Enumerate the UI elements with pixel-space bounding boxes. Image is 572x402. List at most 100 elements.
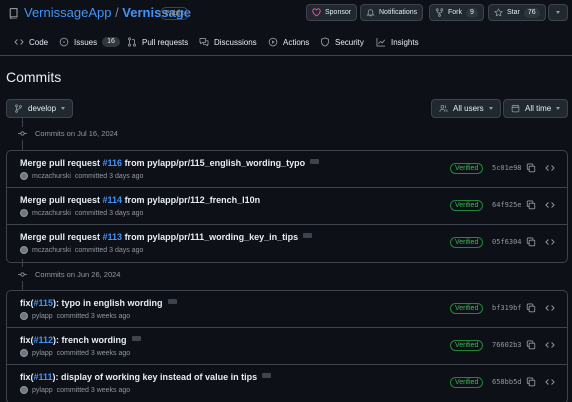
commit-message[interactable]: fix(#115): typo in english wording	[20, 297, 177, 309]
copy-icon[interactable]	[526, 303, 536, 313]
avatar[interactable]	[20, 312, 28, 320]
issues-count: 16	[102, 37, 120, 47]
fork-button[interactable]: Fork 9	[429, 4, 484, 21]
commit-group-date: Commits on Jul 16, 2024	[35, 128, 118, 138]
people-icon	[439, 105, 448, 112]
commit-message[interactable]: fix(#112): french wording	[20, 334, 141, 346]
commit-sha[interactable]: 5c01e98	[492, 164, 522, 172]
expand-message-button[interactable]	[310, 159, 320, 165]
avatar[interactable]	[20, 209, 28, 217]
avatar[interactable]	[20, 386, 28, 394]
commit-message[interactable]: Merge pull request #116 from pylapp/pr/1…	[20, 157, 320, 169]
verified-badge[interactable]: Verified	[450, 303, 484, 314]
commit-message-prefix: Merge pull request	[20, 195, 103, 205]
tab-issues[interactable]: Issues 16	[59, 28, 120, 56]
commit-icon	[18, 271, 27, 277]
browse-code-icon[interactable]	[545, 377, 555, 387]
star-icon	[494, 8, 503, 17]
sponsor-label: Sponsor	[325, 9, 352, 16]
tab-pull-requests[interactable]: Pull requests	[127, 28, 188, 56]
star-label: Star	[507, 9, 520, 16]
commit-time: committed 3 weeks ago	[56, 349, 131, 357]
commit-list: fix(#115): typo in english wording pylap…	[6, 290, 568, 402]
commit-sha[interactable]: 64f925e	[492, 201, 522, 209]
tab-actions[interactable]: Actions	[268, 28, 309, 56]
chevron-down-icon	[488, 107, 493, 110]
commit-author[interactable]: mczachurski	[32, 210, 71, 217]
pull-request-link[interactable]: #115	[34, 298, 54, 308]
commit-message-suffix: from pylapp/pr/115_english_wording_typo	[122, 158, 306, 168]
avatar[interactable]	[20, 349, 28, 357]
pull-request-link[interactable]: #113	[103, 232, 123, 242]
copy-icon[interactable]	[526, 200, 536, 210]
commit-meta: pylapp committed 3 weeks ago	[20, 349, 130, 357]
tab-discussions-label: Discussions	[214, 37, 257, 47]
commit-message[interactable]: fix(#111): display of working key instea…	[20, 371, 272, 383]
commit-author[interactable]: pylapp	[32, 350, 53, 357]
commit-author[interactable]: pylapp	[32, 387, 53, 394]
time-filter-label: All time	[525, 104, 552, 113]
copy-icon[interactable]	[526, 377, 536, 387]
fork-icon	[435, 8, 444, 17]
commit-row: Merge pull request #113 from pylapp/pr/1…	[7, 225, 567, 262]
expand-message-button[interactable]	[167, 299, 177, 305]
pull-request-link[interactable]: #112	[34, 335, 54, 345]
verified-badge[interactable]: Verified	[450, 237, 484, 248]
commit-sha[interactable]: bf319bf	[492, 304, 522, 312]
tab-insights[interactable]: Insights	[376, 28, 419, 56]
copy-icon[interactable]	[526, 340, 536, 350]
commit-row: fix(#111): display of working key instea…	[7, 365, 567, 402]
commit-author[interactable]: mczachurski	[32, 247, 71, 254]
commit-message-suffix: from pylapp/pr/112_french_l10n	[122, 195, 261, 205]
pull-request-link[interactable]: #114	[103, 195, 123, 205]
users-filter[interactable]: All users	[431, 99, 501, 118]
commit-row: Merge pull request #116 from pylapp/pr/1…	[7, 151, 567, 188]
notifications-button[interactable]: Notifications	[360, 4, 424, 21]
star-count: 76	[523, 7, 540, 18]
verified-badge[interactable]: Verified	[450, 200, 484, 211]
expand-message-button[interactable]	[131, 336, 141, 342]
pull-request-icon	[127, 37, 137, 47]
visibility-badge: Public	[160, 7, 190, 20]
star-dropdown-button[interactable]	[548, 4, 568, 21]
commit-group-date: Commits on Jun 26, 2024	[35, 269, 121, 279]
browse-code-icon[interactable]	[545, 200, 555, 210]
repo-owner-link[interactable]: VernissageApp	[24, 5, 111, 20]
time-filter[interactable]: All time	[503, 99, 569, 118]
commit-message-prefix: fix(	[20, 372, 34, 382]
fork-label: Fork	[448, 9, 462, 16]
commit-sha[interactable]: 76602b3	[492, 341, 522, 349]
commit-message[interactable]: Merge pull request #113 from pylapp/pr/1…	[20, 231, 313, 243]
commit-sha[interactable]: 05f6304	[492, 238, 522, 246]
tab-discussions[interactable]: Discussions	[199, 28, 257, 56]
copy-icon[interactable]	[526, 163, 536, 173]
browse-code-icon[interactable]	[545, 237, 555, 247]
pull-request-link[interactable]: #116	[103, 158, 123, 168]
expand-message-button[interactable]	[262, 373, 272, 379]
verified-badge[interactable]: Verified	[450, 340, 484, 351]
timeline-line	[22, 140, 23, 150]
pull-request-link[interactable]: #111	[34, 372, 53, 382]
commit-author[interactable]: pylapp	[32, 313, 53, 320]
branch-selector[interactable]: develop	[6, 99, 74, 118]
tab-security[interactable]: Security	[320, 28, 364, 56]
star-button[interactable]: Star 76	[488, 4, 546, 21]
commit-meta: mczachurski committed 3 days ago	[20, 209, 143, 217]
tab-insights-label: Insights	[391, 37, 419, 47]
commit-group-heading: Commits on Jun 26, 2024	[18, 267, 120, 281]
copy-icon[interactable]	[526, 237, 536, 247]
verified-badge[interactable]: Verified	[450, 163, 484, 174]
commit-sha[interactable]: 658bb5d	[492, 378, 522, 386]
sponsor-button[interactable]: Sponsor	[306, 4, 358, 21]
browse-code-icon[interactable]	[545, 340, 555, 350]
commit-author[interactable]: mczachurski	[32, 173, 71, 180]
browse-code-icon[interactable]	[545, 303, 555, 313]
commit-message[interactable]: Merge pull request #114 from pylapp/pr/1…	[20, 194, 260, 206]
verified-badge[interactable]: Verified	[450, 377, 484, 388]
avatar[interactable]	[20, 246, 28, 254]
commit-row: fix(#115): typo in english wording pylap…	[7, 291, 567, 328]
browse-code-icon[interactable]	[545, 163, 555, 173]
tab-code[interactable]: Code	[14, 28, 48, 56]
avatar[interactable]	[20, 172, 28, 180]
expand-message-button[interactable]	[303, 233, 313, 239]
